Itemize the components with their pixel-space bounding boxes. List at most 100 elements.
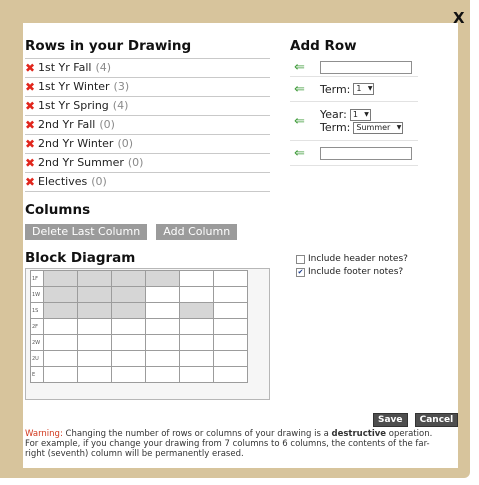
- delete-row-icon[interactable]: ✖: [25, 78, 38, 96]
- add-arrow-icon[interactable]: ⇐: [290, 60, 320, 75]
- diagram-cell: [43, 318, 78, 335]
- diagram-cell: [145, 302, 180, 319]
- cancel-button[interactable]: Cancel: [414, 413, 459, 427]
- row-count: (3): [113, 80, 130, 93]
- row-label: 2nd Yr Winter: [38, 137, 114, 150]
- new-row-name-input[interactable]: [320, 60, 412, 74]
- diagram-cell: [77, 366, 112, 383]
- diagram-cell: [77, 286, 112, 303]
- add-row-title: Add Row: [290, 38, 357, 54]
- term-select[interactable]: 1 ▼: [353, 83, 375, 95]
- footer-notes-label: Include footer notes?: [308, 267, 404, 277]
- diagram-cell: [213, 302, 248, 319]
- delete-row-icon[interactable]: ✖: [25, 59, 38, 77]
- add-arrow-icon[interactable]: ⇐: [290, 114, 320, 129]
- term2-label: Term:: [320, 121, 351, 134]
- term2-select[interactable]: Summer ▼: [353, 121, 404, 134]
- row-count: (0): [127, 156, 144, 169]
- header-notes-checkbox[interactable]: [296, 254, 305, 264]
- diagram-cell: [213, 318, 248, 335]
- diagram-row-label: E: [30, 366, 44, 383]
- diagram-cell: [145, 270, 180, 287]
- row-label: 2nd Yr Summer: [38, 156, 124, 169]
- diagram-cell: [77, 318, 112, 335]
- diagram-cell: [43, 350, 78, 367]
- diagram-cell: [43, 286, 78, 303]
- diagram-cell: [213, 270, 248, 287]
- diagram-cell: [145, 366, 180, 383]
- block-diagram-title: Block Diagram: [25, 250, 136, 266]
- row-item: ✖ 1st Yr Fall (4): [25, 58, 270, 77]
- diagram-cell: [179, 302, 214, 319]
- diagram-cell: [179, 334, 214, 351]
- action-bar: Save Cancel: [373, 407, 459, 427]
- save-button[interactable]: Save: [373, 413, 408, 427]
- diagram-cell: [43, 302, 78, 319]
- add-row-item-text: ⇐: [290, 58, 418, 76]
- year-select[interactable]: 1 ▼: [349, 108, 371, 121]
- rows-title: Rows in your Drawing: [25, 38, 192, 54]
- block-diagram-grid: 1F 1W 1S 2F 2W 2U E: [25, 268, 270, 400]
- diagram-cell: [77, 334, 112, 351]
- add-row-item-term: ⇐ Term: 1 ▼: [290, 76, 418, 101]
- diagram-cell: [179, 318, 214, 335]
- year-label: Year:: [320, 108, 347, 121]
- diagram-cell: [77, 302, 112, 319]
- diagram-row-label: 1S: [30, 302, 44, 319]
- diagram-cell: [43, 334, 78, 351]
- diagram-row: 2F: [30, 318, 248, 335]
- row-label: Electives: [38, 175, 88, 188]
- diagram-cell: [111, 270, 146, 287]
- row-count: (0): [91, 175, 107, 188]
- add-row-item-year-term: ⇐ Year: 1 ▼ Term: Summer ▼: [290, 101, 418, 140]
- row-count: (4): [112, 99, 129, 112]
- row-item: ✖ 2nd Yr Winter (0): [25, 134, 270, 153]
- diagram-cell: [213, 334, 248, 351]
- row-item: ✖ 1st Yr Spring (4): [25, 96, 270, 115]
- diagram-cell: [43, 270, 78, 287]
- delete-row-icon[interactable]: ✖: [25, 135, 38, 153]
- footer-notes-option[interactable]: ✔ Include footer notes?: [296, 267, 403, 277]
- warning-lead: Warning:: [25, 429, 63, 439]
- header-notes-option[interactable]: Include header notes?: [296, 254, 408, 264]
- footer-notes-checkbox[interactable]: ✔: [296, 267, 305, 277]
- diagram-cell: [111, 318, 146, 335]
- row-item: ✖ 1st Yr Winter (3): [25, 77, 270, 96]
- elective-name-input[interactable]: [320, 146, 412, 160]
- diagram-cell: [145, 350, 180, 367]
- diagram-cell: [213, 286, 248, 303]
- delete-row-icon[interactable]: ✖: [25, 116, 38, 134]
- delete-row-icon[interactable]: ✖: [25, 173, 38, 191]
- row-count: (0): [117, 137, 134, 150]
- diagram-cell: [111, 302, 146, 319]
- diagram-cell: [179, 286, 214, 303]
- diagram-cell: [145, 318, 180, 335]
- diagram-row-label: 1F: [30, 270, 44, 287]
- delete-last-column-button[interactable]: Delete Last Column: [25, 224, 148, 240]
- add-column-button[interactable]: Add Column: [156, 224, 238, 240]
- diagram-row-label: 2F: [30, 318, 44, 335]
- delete-row-icon[interactable]: ✖: [25, 97, 38, 115]
- diagram-cell: [145, 334, 180, 351]
- diagram-cell: [213, 366, 248, 383]
- rows-section: Rows in your Drawing ✖ 1st Yr Fall (4) ✖ 1st…: [25, 38, 270, 192]
- delete-row-icon[interactable]: ✖: [25, 154, 38, 172]
- diagram-row: 2W: [30, 334, 248, 351]
- row-label: 1st Yr Fall: [38, 61, 92, 74]
- diagram-cell: [145, 286, 180, 303]
- diagram-row-label: 1W: [30, 286, 44, 303]
- add-arrow-icon[interactable]: ⇐: [290, 146, 320, 161]
- rows-list: ✖ 1st Yr Fall (4) ✖ 1st Yr Winter (3) ✖ 1st Yr …: [25, 58, 270, 192]
- diagram-cell: [111, 366, 146, 383]
- add-arrow-icon[interactable]: ⇐: [290, 82, 320, 97]
- row-count: (0): [99, 118, 115, 131]
- diagram-cell: [77, 270, 112, 287]
- header-notes-label: Include header notes?: [308, 254, 408, 264]
- diagram-cell: [43, 366, 78, 383]
- diagram-cell: [111, 350, 146, 367]
- diagram-cell: [179, 366, 214, 383]
- term-label: Term:: [320, 82, 351, 96]
- diagram-row: E: [30, 366, 248, 383]
- diagram-row: 1F: [30, 270, 248, 287]
- row-label: 1st Yr Winter: [38, 80, 110, 93]
